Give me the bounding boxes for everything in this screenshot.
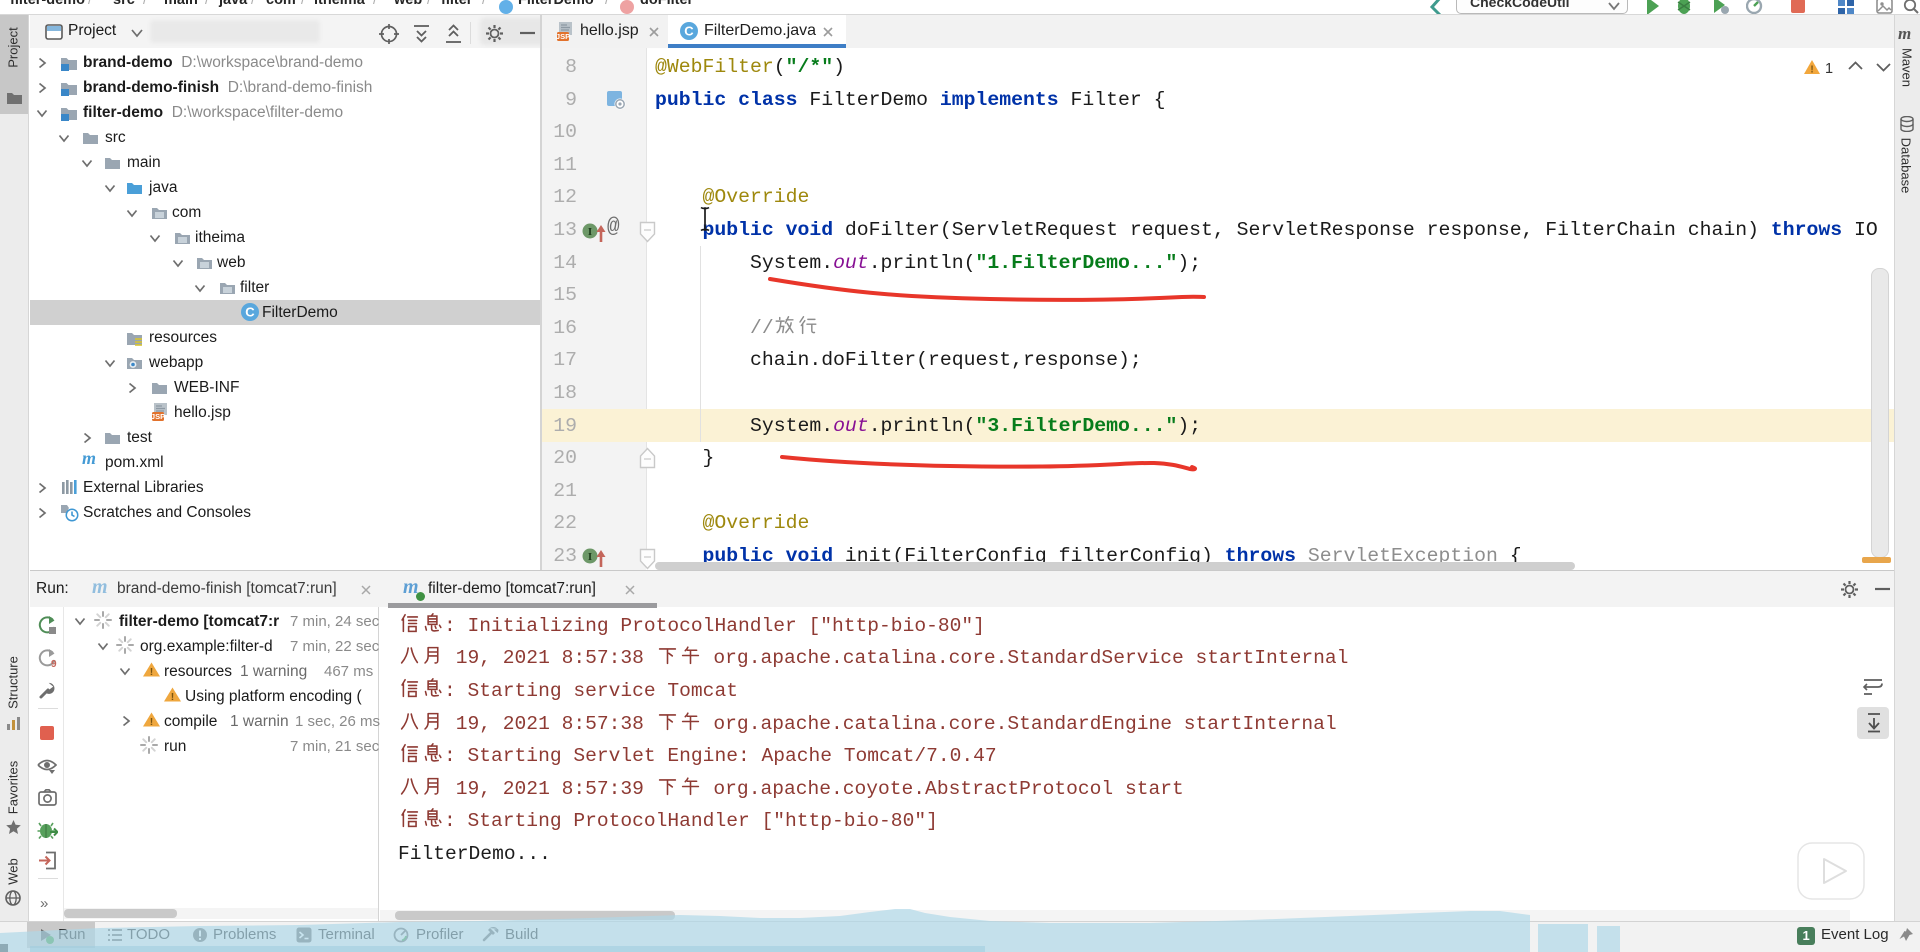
svg-text:I: I: [588, 551, 592, 563]
svg-text:JSP: JSP: [556, 32, 570, 41]
svg-text:!: !: [171, 691, 175, 703]
svg-text:1: 1: [1825, 61, 1833, 77]
svg-text:9: 9: [51, 659, 57, 668]
svg-text:C: C: [245, 305, 255, 320]
svg-text:I: I: [588, 226, 592, 238]
svg-text:!: !: [150, 716, 154, 728]
svg-text:!: !: [1810, 65, 1813, 76]
svg-text:JSP: JSP: [151, 412, 165, 421]
svg-text:C: C: [684, 24, 694, 39]
svg-text:!: !: [150, 666, 154, 678]
